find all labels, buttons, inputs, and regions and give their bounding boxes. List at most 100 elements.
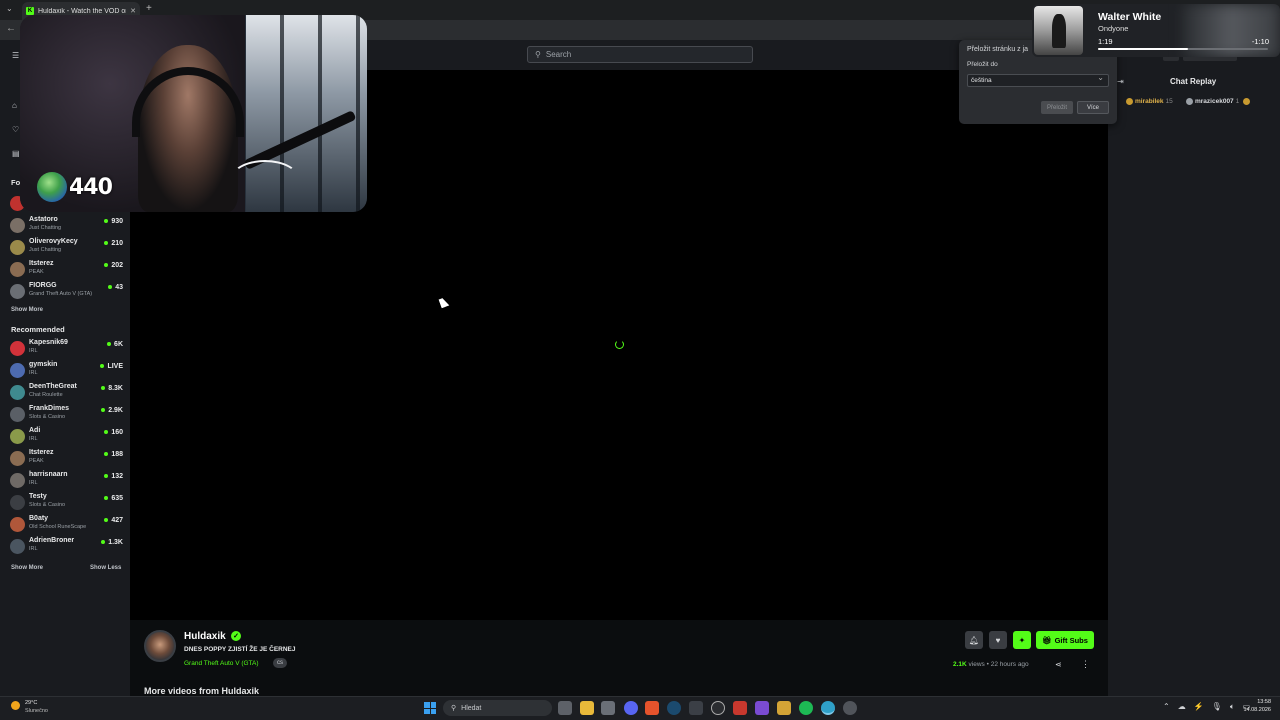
more-options-icon[interactable]: ⋮: [1081, 659, 1090, 670]
purple-app-icon[interactable]: [755, 701, 769, 715]
menu-icon[interactable]: ☰: [12, 51, 19, 60]
obs-icon[interactable]: [711, 701, 725, 715]
vod-category-link[interactable]: Grand Theft Auto V (GTA): [184, 660, 259, 667]
system-tray[interactable]: ⌃ ☁ ⚡ 🎙︎ 🔈︎ ▭: [1163, 702, 1250, 712]
notification-bell-button[interactable]: 🔔︎: [965, 631, 983, 649]
weather-description[interactable]: Slunečno: [25, 708, 48, 714]
vod-stats: 2.1K views • 22 hours ago: [953, 661, 1029, 668]
file-explorer-icon[interactable]: [580, 701, 594, 715]
channel-viewers: 210: [104, 240, 123, 247]
globe-icon: [37, 172, 67, 202]
following-channel[interactable]: OliverovyKecy Just Chatting 210: [10, 237, 123, 257]
microphone-icon[interactable]: 🎙︎: [1212, 702, 1222, 712]
channel-category: PEAK: [29, 269, 44, 275]
following-channel[interactable]: Itsterez PEAK 202: [10, 259, 123, 279]
channel-name: Kapesnik69: [29, 339, 68, 346]
browse-icon[interactable]: ⌂: [12, 101, 17, 110]
chat-username: mrazicek007: [1195, 98, 1234, 105]
recommended-channel[interactable]: FrankDimes Slots & Casino 2.9K: [10, 404, 123, 424]
channel-name: gymskin: [29, 361, 58, 368]
windows-start-icon[interactable]: [424, 702, 436, 714]
media-progress-fill: [1098, 48, 1189, 50]
translate-button[interactable]: Přeložit: [1041, 101, 1073, 114]
more-videos-heading: More videos from Huldaxik: [144, 686, 260, 696]
tab-list-icon[interactable]: ⌄: [6, 4, 13, 13]
translate-language-select[interactable]: čeština: [967, 73, 1109, 87]
notes-app-icon[interactable]: [777, 701, 791, 715]
show-more-recommended[interactable]: Show More: [11, 565, 43, 571]
following-channel[interactable]: FIORGG Grand Theft Auto V (GTA) 43: [10, 281, 123, 301]
channel-name: Itsterez: [29, 260, 54, 267]
show-less-recommended[interactable]: Show Less: [90, 565, 121, 571]
windows-taskbar: [0, 696, 1280, 720]
chat-user-mirabilek[interactable]: mirabilek 15: [1126, 98, 1173, 105]
channel-category: Chat Roulette: [29, 392, 63, 398]
recommended-title: Recommended: [11, 325, 65, 334]
chat-title: Chat Replay: [1170, 77, 1217, 86]
close-tab-icon[interactable]: ✕: [130, 7, 136, 15]
vod-language-tag[interactable]: cs: [273, 658, 287, 668]
gift-subs-label: Gift Subs: [1054, 635, 1088, 645]
recommended-channel[interactable]: B0aty Old School RuneScape 427: [10, 514, 123, 534]
gift-subs-button[interactable]: 🎁︎ Gift Subs: [1036, 631, 1094, 649]
recommended-channel[interactable]: gymskin IRL LIVE: [10, 360, 123, 380]
app-icon-arrow[interactable]: [689, 701, 703, 715]
recommended-channel[interactable]: AdrienBroner IRL 1.3K: [10, 536, 123, 556]
back-icon[interactable]: ←: [6, 23, 16, 34]
chat-user-mrazicek007[interactable]: mrazicek007 1: [1186, 98, 1251, 105]
following-icon[interactable]: ♡: [12, 125, 19, 134]
network-icon[interactable]: ⚡: [1194, 702, 1204, 712]
recommended-channel[interactable]: Itsterez PEAK 188: [10, 448, 123, 468]
view-count: 2.1K: [953, 661, 967, 668]
follow-button[interactable]: ♥: [989, 631, 1007, 649]
recommended-channel[interactable]: Adi IRL 160: [10, 426, 123, 446]
weather-temperature[interactable]: 29°C: [25, 700, 37, 706]
clock-date[interactable]: 14.08.2026: [1241, 707, 1271, 713]
channel-name: Astatoro: [29, 216, 58, 223]
taskbar-search[interactable]: ⚲ Hledat: [443, 700, 552, 716]
speaker-icon[interactable]: 🔈︎: [1230, 702, 1235, 712]
new-tab-icon[interactable]: +: [146, 3, 152, 14]
edge-icon[interactable]: [821, 701, 835, 715]
share-icon[interactable]: ⋖: [1055, 660, 1062, 669]
streamer-name[interactable]: Huldaxik: [184, 631, 226, 642]
media-flyout[interactable]: Walter White Ondyone 1:19 -1:10: [1032, 4, 1280, 57]
red-app-icon[interactable]: [733, 701, 747, 715]
search-input[interactable]: ⚲ Search: [527, 46, 753, 63]
translate-more-button[interactable]: Více: [1077, 101, 1109, 114]
store-icon[interactable]: [601, 701, 615, 715]
categories-icon[interactable]: ▤: [12, 149, 20, 158]
vod-age: 22 hours ago: [990, 661, 1029, 668]
channel-name: B0aty: [29, 515, 49, 522]
channel-category: Slots & Casino: [29, 502, 66, 508]
brave-icon[interactable]: [645, 701, 659, 715]
subscribe-button[interactable]: ✦: [1013, 631, 1031, 649]
channel-avatar: [10, 218, 25, 233]
spotify-icon[interactable]: [799, 701, 813, 715]
channel-category: Just Chatting: [29, 225, 62, 231]
recommended-channel[interactable]: Kapesnik69 IRL 6K: [10, 338, 123, 358]
cloud-icon[interactable]: ☁: [1178, 702, 1186, 712]
channel-avatar: [10, 429, 25, 444]
collapse-chat-icon[interactable]: ⇥: [1117, 77, 1124, 86]
settings-icon[interactable]: [843, 701, 857, 715]
sparkle-icon: ✦: [1018, 635, 1026, 645]
badge-icon: [1186, 98, 1193, 105]
media-progress-bar[interactable]: [1098, 48, 1268, 50]
recommended-channel[interactable]: DeenTheGreat Chat Roulette 8.3K: [10, 382, 123, 402]
channel-name: FIORGG: [29, 282, 57, 289]
sun-icon[interactable]: [11, 701, 20, 710]
steam-icon[interactable]: [667, 701, 681, 715]
streamer-avatar[interactable]: [144, 630, 176, 662]
clock-time[interactable]: 13:58: [1241, 699, 1271, 705]
chevron-up-icon[interactable]: ⌃: [1163, 702, 1170, 712]
media-title: Walter White: [1098, 11, 1162, 23]
channel-viewers: 188: [104, 451, 123, 458]
task-view-icon[interactable]: [558, 701, 572, 715]
discord-icon[interactable]: [624, 701, 638, 715]
show-more-following[interactable]: Show More: [11, 307, 43, 313]
following-channel[interactable]: Astatoro Just Chatting 930: [10, 215, 123, 235]
recommended-channel[interactable]: Testy Slots & Casino 635: [10, 492, 123, 512]
recommended-channel[interactable]: harrisnaarn IRL 132: [10, 470, 123, 490]
channel-viewers: 160: [104, 429, 123, 436]
